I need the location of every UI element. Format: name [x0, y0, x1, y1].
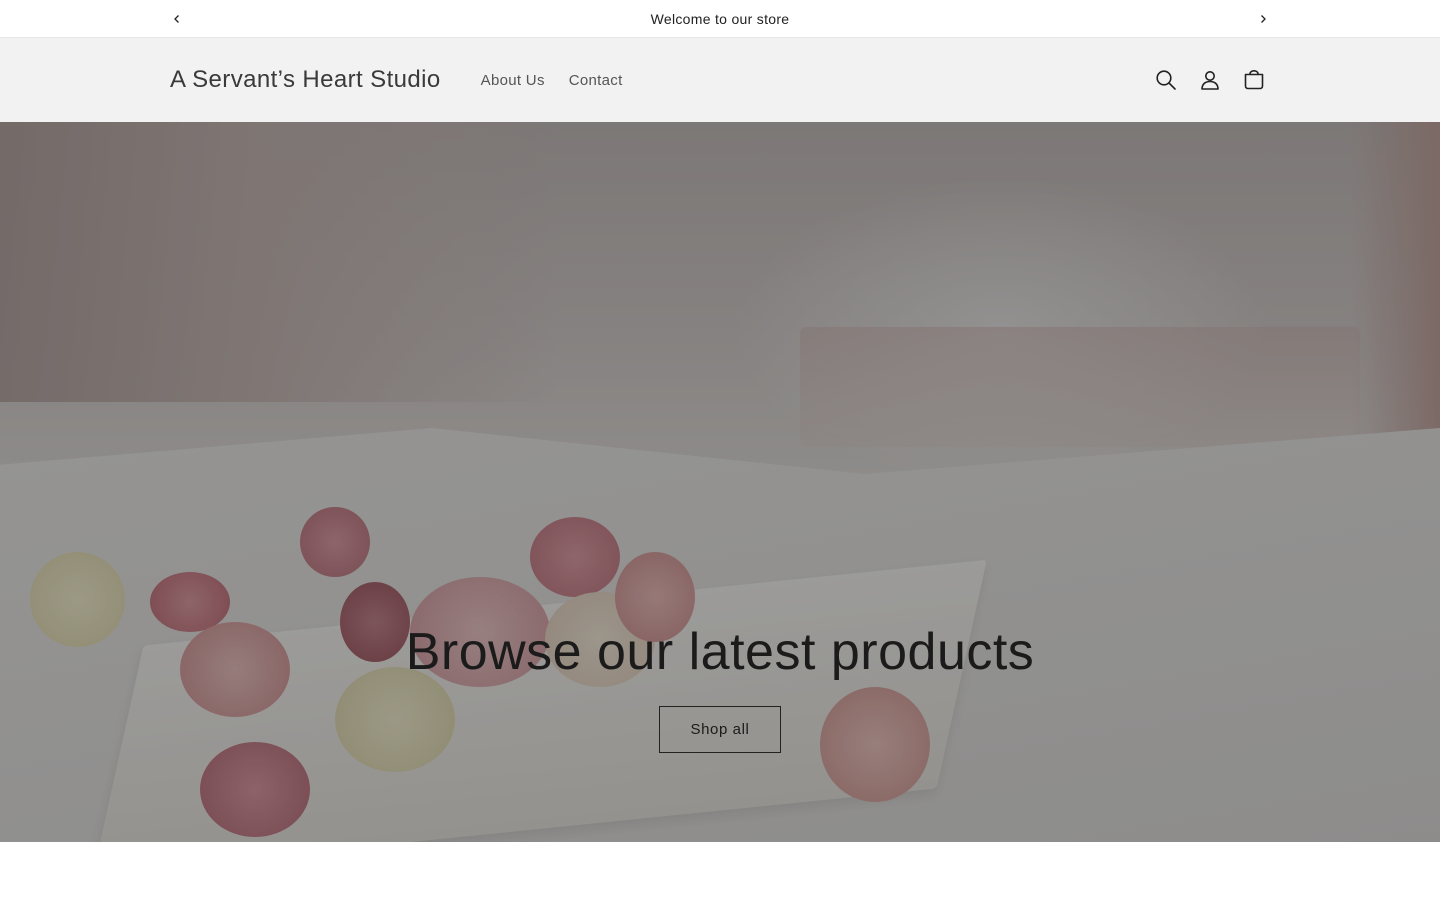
search-icon	[1156, 70, 1176, 90]
nav-link-contact[interactable]: Contact	[557, 66, 635, 95]
site-header: A Servant’s Heart Studio About Us Contac…	[0, 38, 1440, 122]
hero-banner: Browse our latest products Shop all	[0, 122, 1440, 842]
announcement-text: Welcome to our store	[650, 10, 790, 27]
cart-button[interactable]	[1236, 58, 1272, 102]
header-icons	[1148, 38, 1272, 122]
hero-title: Browse our latest products	[405, 623, 1035, 681]
announcement-next-button[interactable]	[1249, 0, 1277, 38]
account-button[interactable]	[1192, 58, 1228, 102]
announcement-bar: Welcome to our store	[0, 0, 1440, 38]
search-button[interactable]	[1148, 58, 1184, 102]
cart-icon	[1244, 69, 1264, 90]
page-below-hero	[0, 842, 1440, 900]
nav-link-about-us[interactable]: About Us	[469, 66, 557, 95]
hero-content: Browse our latest products Shop all	[0, 622, 1440, 753]
store-logo[interactable]: A Servant’s Heart Studio	[170, 66, 441, 94]
chevron-left-icon	[174, 15, 179, 23]
announcement-prev-button[interactable]	[163, 0, 191, 38]
shop-all-button[interactable]: Shop all	[659, 706, 781, 753]
account-icon	[1201, 71, 1219, 90]
chevron-right-icon	[1261, 15, 1266, 23]
main-nav: About Us Contact	[469, 66, 635, 95]
